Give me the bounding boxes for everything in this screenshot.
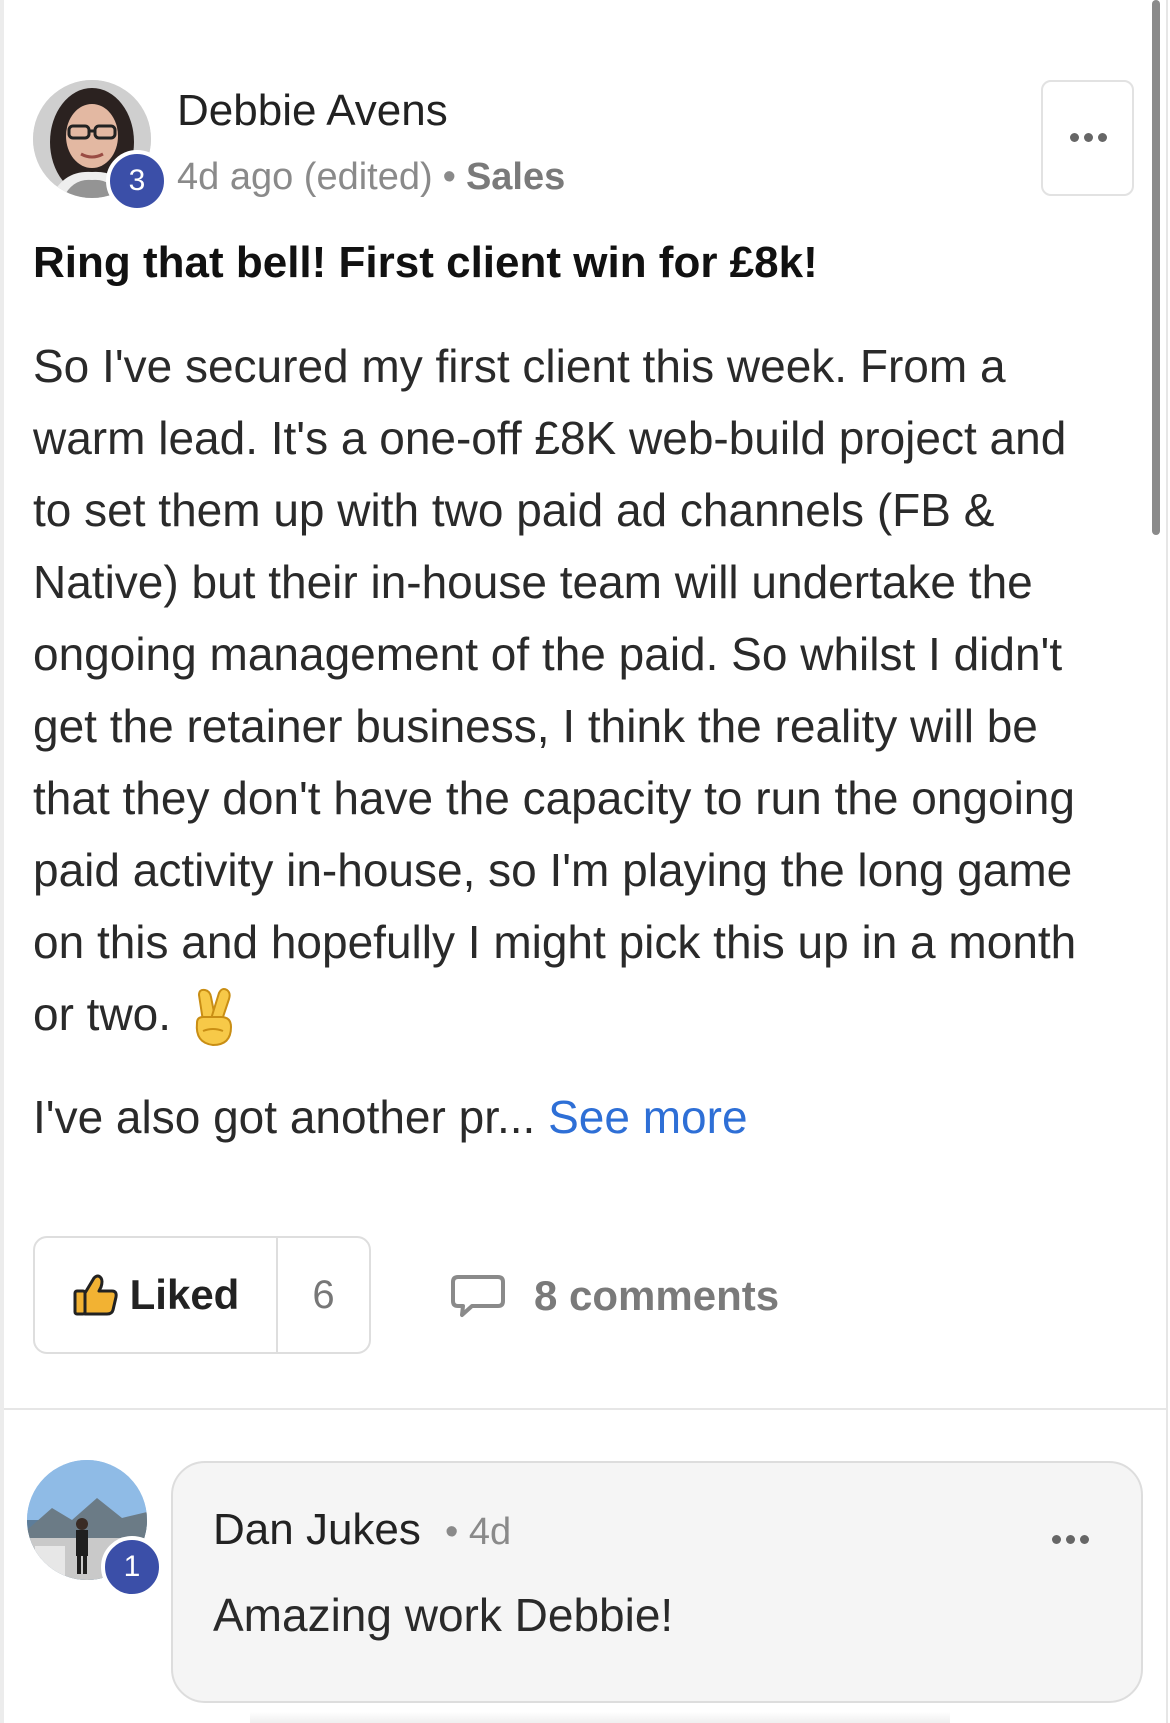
comment-separator: • bbox=[445, 1511, 459, 1553]
like-label: Liked bbox=[129, 1271, 240, 1318]
post-body-line: So I've secured my first client this wee… bbox=[33, 340, 1006, 392]
crossed-fingers-emoji bbox=[195, 987, 233, 1046]
post-body-line: Native) but their in-house team will und… bbox=[33, 556, 1033, 608]
comments-count-label: 8 comments bbox=[534, 1272, 780, 1319]
comment-bubble-icon bbox=[451, 1275, 505, 1317]
post-body-line: warm lead. It's a one-off £8K web-build … bbox=[33, 412, 1067, 464]
commenter-level-badge: 1 bbox=[101, 1536, 163, 1598]
post-truncated-text: I've also got another pr... bbox=[33, 1091, 536, 1143]
thumbs-up-icon bbox=[73, 1274, 118, 1316]
see-more-link[interactable]: See more bbox=[548, 1091, 747, 1143]
more-horizontal-icon bbox=[1070, 133, 1107, 142]
post-truncated-line: I've also got another pr... See more bbox=[33, 1090, 748, 1144]
author-name[interactable]: Debbie Avens bbox=[177, 86, 448, 136]
more-horizontal-icon[interactable] bbox=[1052, 1535, 1089, 1544]
like-group: Liked 6 bbox=[33, 1236, 371, 1354]
post-time: 4d ago (edited) bbox=[177, 156, 433, 198]
post-divider bbox=[4, 1408, 1166, 1410]
next-comment-edge bbox=[250, 1712, 950, 1723]
post-body-line: paid activity in-house, so I'm playing t… bbox=[33, 844, 1073, 896]
post-body-line: or two. bbox=[33, 988, 172, 1040]
left-edge-border bbox=[0, 0, 4, 1723]
comment-bubble bbox=[171, 1461, 1143, 1703]
right-edge-border bbox=[1166, 0, 1168, 1723]
post-title: Ring that bell! First client win for £8k… bbox=[33, 238, 818, 287]
comment-time: 4d bbox=[468, 1511, 512, 1553]
comment-text: Amazing work Debbie! bbox=[213, 1589, 674, 1641]
post-body-line: get the retainer business, I think the r… bbox=[33, 700, 1038, 752]
post-body-last-line: or two. bbox=[33, 978, 1143, 1050]
post-body-line: on this and hopefully I might pick this … bbox=[33, 916, 1077, 968]
like-count[interactable]: 6 bbox=[278, 1238, 369, 1352]
scrollbar-thumb[interactable] bbox=[1152, 0, 1160, 535]
comments-link[interactable]: 8 comments bbox=[450, 1265, 779, 1327]
post-meta: 4d ago (edited) • Sales bbox=[177, 156, 565, 199]
like-button[interactable]: Liked bbox=[35, 1238, 278, 1352]
post-body: So I've secured my first client this wee… bbox=[33, 330, 1143, 1050]
comment-meta: • 4d bbox=[445, 1511, 511, 1554]
post-body-line: that they don't have the capacity to run… bbox=[33, 772, 1075, 824]
post-page: 3 Debbie Avens 4d ago (edited) • Sales Rin… bbox=[0, 0, 1170, 1723]
comment-author[interactable]: Dan Jukes bbox=[213, 1505, 421, 1555]
post-body-line: ongoing management of the paid. So whils… bbox=[33, 628, 1063, 680]
author-level-badge: 3 bbox=[106, 150, 168, 212]
post-body-line: to set them up with two paid ad channels… bbox=[33, 484, 995, 536]
meta-separator: • bbox=[442, 156, 456, 198]
post-more-button[interactable] bbox=[1041, 80, 1134, 196]
post-category[interactable]: Sales bbox=[466, 156, 565, 198]
